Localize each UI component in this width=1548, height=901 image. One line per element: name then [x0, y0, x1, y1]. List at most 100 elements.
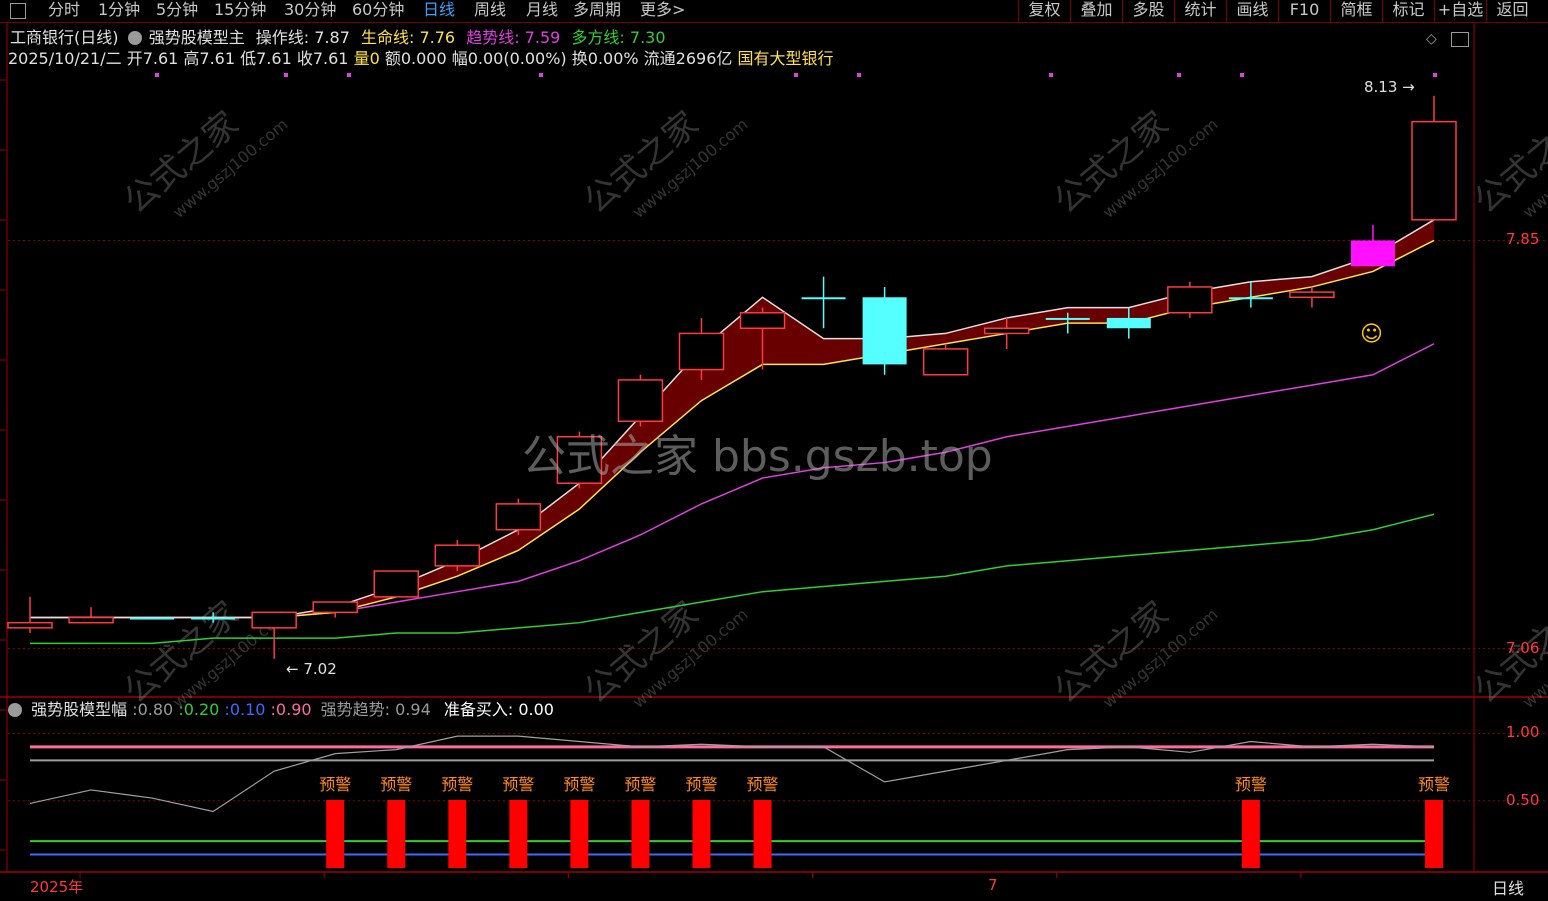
- op-line-value: 操作线: 7.87: [255, 28, 350, 47]
- candle-body: [434, 544, 481, 567]
- period-tab[interactable]: 1分钟: [98, 0, 140, 22]
- warn-bar: [1425, 800, 1443, 868]
- candle-body: [617, 379, 664, 422]
- indicator-name: 强势股模型主: [148, 28, 245, 47]
- watermark: 公式之家www.gszj100.com: [1046, 594, 1221, 712]
- toolbar-button[interactable]: 叠加: [1070, 0, 1122, 22]
- watermark: 公式之家www.gszj100.com: [1046, 104, 1221, 222]
- candle: [1350, 224, 1395, 267]
- sub-level-1: :0.80: [132, 700, 174, 719]
- diamond-icon[interactable]: ◇: [1426, 31, 1437, 47]
- toolbar-button[interactable]: 返回: [1486, 0, 1538, 22]
- candle: [7, 596, 53, 634]
- top-marker: [1240, 73, 1244, 77]
- watermark: 公式之家www.gszj100.com: [116, 104, 291, 222]
- volume-value: 量0: [353, 49, 380, 68]
- stock-title: 工商银行(日线): [10, 28, 119, 47]
- warn-label: 预警: [624, 775, 656, 794]
- candle-body: [1228, 297, 1273, 300]
- candle-body: [801, 297, 846, 300]
- watermark: 公式之家www.gszj100.com: [576, 104, 751, 222]
- sub-indicator: 预警 预警 预警 预警 预警 预警 预警 预警 预警 预警: [29, 735, 1450, 868]
- warn-label: 预警: [1418, 775, 1450, 794]
- candle-body: [922, 348, 969, 376]
- candle: [373, 570, 420, 598]
- min-price-label: ← 7.02: [286, 660, 337, 678]
- y-axis-label: 7.85: [1506, 230, 1540, 249]
- period-tab[interactable]: 30分钟: [284, 0, 336, 22]
- period-tab[interactable]: 周线: [474, 0, 506, 22]
- period-toolbar: 分时 1分钟 5分钟 15分钟 30分钟 60分钟 日线 周线 月线 多周期 更多> 复权 叠加 多股 统计…: [0, 0, 1548, 23]
- candle-body: [1350, 240, 1395, 267]
- period-tab[interactable]: 分时: [48, 0, 80, 22]
- toolbar-button[interactable]: 简框: [1330, 0, 1382, 22]
- sub-indicator-menu-icon[interactable]: [8, 703, 22, 717]
- top-marker: [1433, 73, 1437, 77]
- warn-label: 预警: [1235, 775, 1267, 794]
- sub-indicator-name: 强势股模型幅: [31, 700, 128, 719]
- candle-body: [191, 617, 236, 620]
- sub-level-2: :0.20: [178, 700, 220, 719]
- warn-bar: [631, 800, 650, 868]
- watermark: 公式之家www.gszj100.com: [1466, 104, 1548, 222]
- watermarks: 公式之家www.gszj100.com 公式之家www.gszj100.com 公式…: [116, 104, 1548, 712]
- bar-info: 2025/10/21/二 开7.61 高7.61 低7.61 收7.61: [8, 49, 349, 68]
- candle-body: [251, 611, 297, 629]
- warn-bar: [326, 800, 345, 868]
- candle-body: [495, 503, 542, 531]
- warn-label: 预警: [502, 775, 534, 794]
- x-axis-month: 7: [988, 876, 998, 894]
- period-tab[interactable]: 5分钟: [156, 0, 198, 22]
- sub-header: 强势股模型幅 :0.80 :0.20 :0.10 :0.90 强势趋势: 0.9…: [8, 700, 554, 720]
- menu-icon[interactable]: [10, 3, 26, 19]
- period-label[interactable]: 日线: [1492, 875, 1524, 899]
- candle: [1411, 95, 1457, 221]
- warn-label: 预警: [747, 775, 779, 794]
- warn-bar: [1241, 800, 1260, 868]
- warn-label: 预警: [685, 775, 717, 794]
- strong-trend-value: 强势趋势: 0.94: [320, 700, 431, 719]
- period-tab[interactable]: 更多>: [640, 0, 685, 22]
- candle-body: [678, 332, 725, 371]
- candle: [130, 617, 175, 620]
- toolbar-button[interactable]: 复权: [1018, 0, 1070, 22]
- toolbar-button[interactable]: F10: [1278, 0, 1330, 22]
- candle-body: [1167, 286, 1213, 314]
- toolbar-button[interactable]: 统计: [1174, 0, 1226, 22]
- max-price-label: 8.13 →: [1364, 78, 1415, 96]
- warn-label: 预警: [380, 775, 412, 794]
- candle: [68, 607, 114, 624]
- candle: [617, 374, 664, 427]
- y-axis-label: 7.06: [1506, 638, 1540, 657]
- warn-bar: [387, 800, 406, 868]
- period-tab[interactable]: 60分钟: [352, 0, 404, 22]
- band-fill: [30, 219, 1434, 618]
- toolbar-button[interactable]: 标记: [1382, 0, 1434, 22]
- toolbar-button[interactable]: 多股: [1122, 0, 1174, 22]
- warn-label: 预警: [563, 775, 595, 794]
- center-watermark: 公式之家 bbs.gszb.top: [522, 431, 993, 482]
- toolbar-button[interactable]: +自选: [1434, 0, 1486, 22]
- period-tab[interactable]: 日线: [423, 0, 455, 22]
- candle: [312, 601, 358, 618]
- period-tab[interactable]: 多周期: [573, 0, 621, 22]
- panel-toggle-icon[interactable]: [1451, 32, 1469, 47]
- candle-body: [739, 312, 786, 330]
- period-tab[interactable]: 月线: [526, 0, 558, 22]
- op-line: [30, 219, 1435, 619]
- period-tab[interactable]: 15分钟: [214, 0, 266, 22]
- amount-info: 额0.000 幅0.00(0.00%) 换0.00% 流通2696亿: [384, 49, 733, 68]
- smiley-icon: ☺: [1360, 322, 1383, 347]
- top-marker: [347, 73, 351, 77]
- candle: [922, 343, 969, 376]
- toolbar-button[interactable]: 画线: [1226, 0, 1278, 22]
- sub-y-axis-label: 1.00: [1506, 723, 1540, 742]
- warn-label: 预警: [441, 775, 473, 794]
- candle-body: [312, 601, 358, 614]
- candle: [1167, 281, 1213, 318]
- trend-line-value: 趋势线: 7.59: [466, 28, 561, 47]
- candle-body: [1106, 317, 1151, 329]
- candle: [862, 286, 907, 375]
- indicator-menu-icon[interactable]: [127, 31, 142, 45]
- sector-name: 国有大型银行: [737, 49, 834, 68]
